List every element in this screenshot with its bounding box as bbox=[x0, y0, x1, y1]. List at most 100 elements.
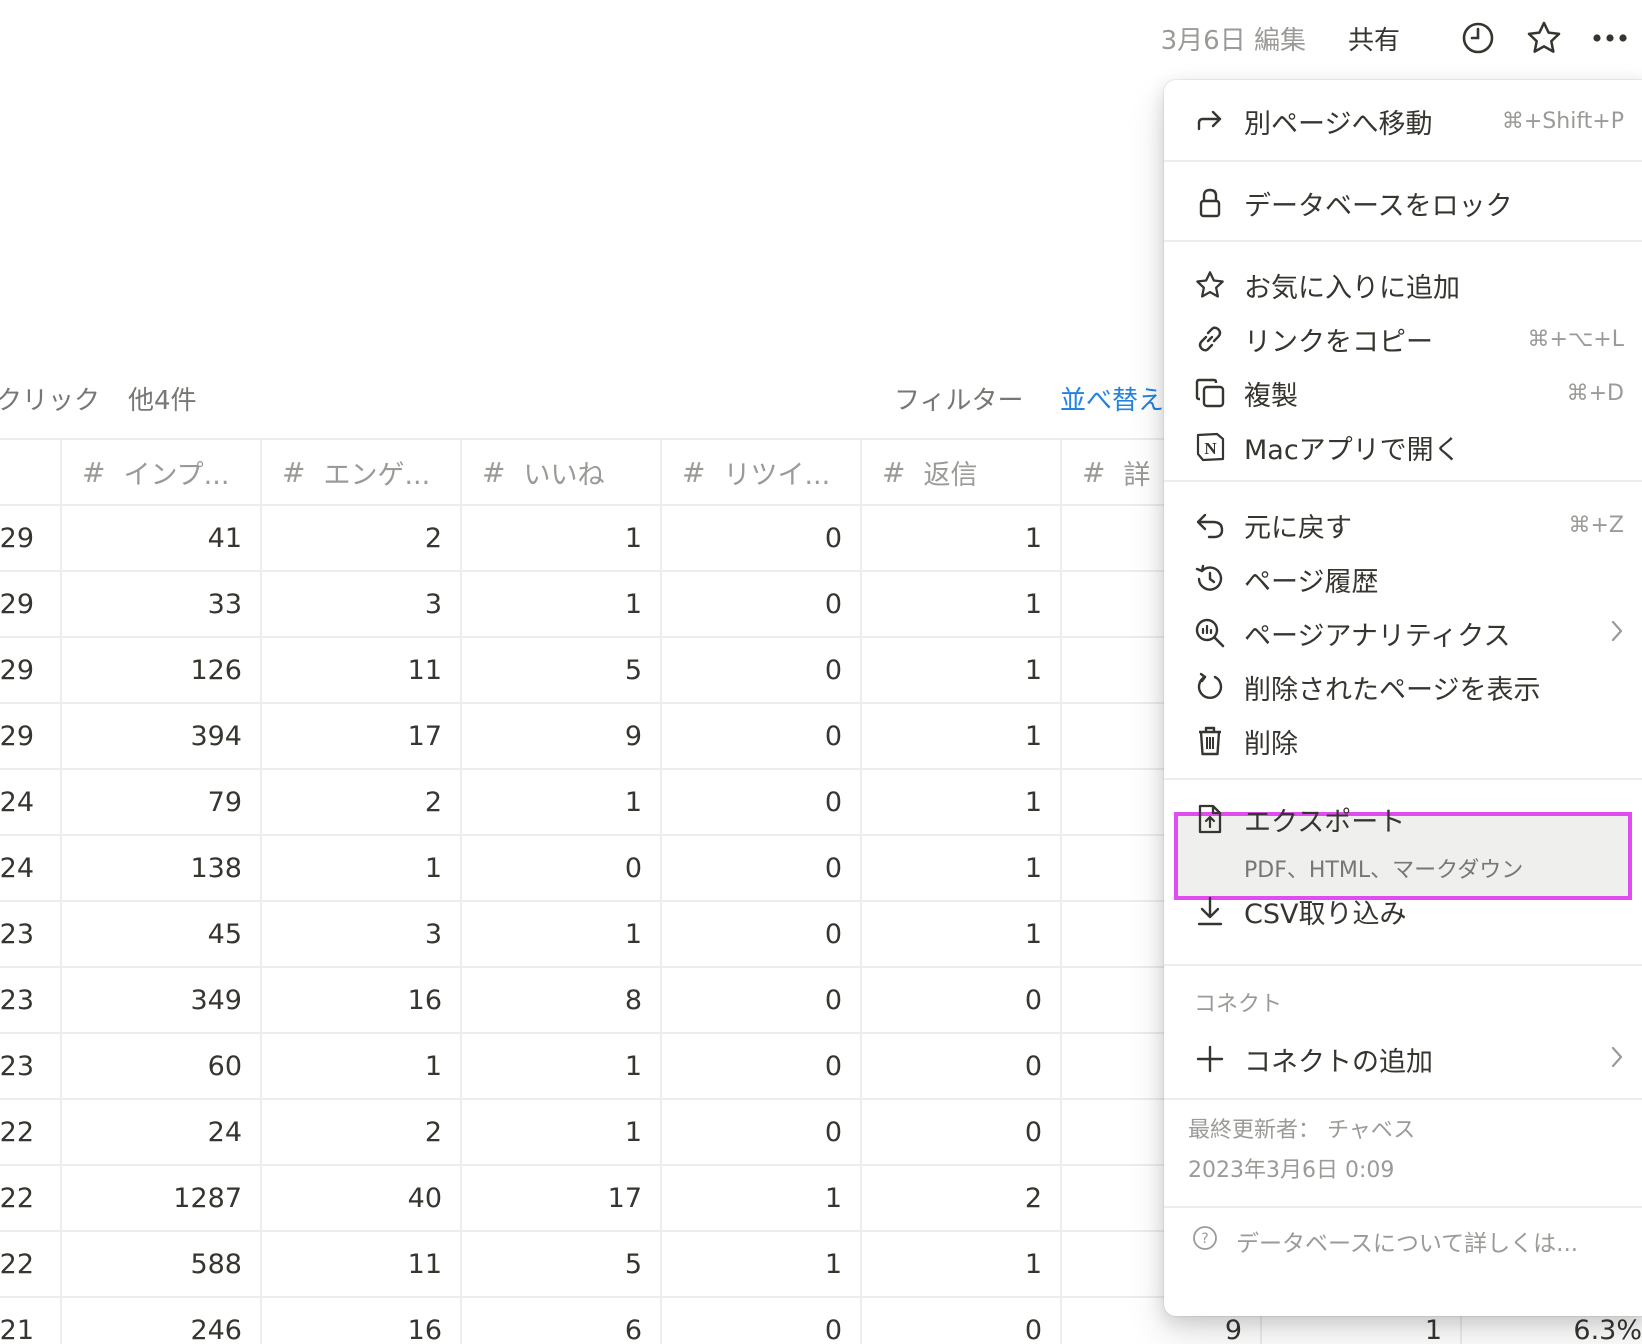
number-cell[interactable]: 0 bbox=[662, 770, 862, 834]
number-cell[interactable]: 11 bbox=[262, 1232, 462, 1296]
number-cell[interactable]: 1 bbox=[862, 770, 1062, 834]
date-cell[interactable]: 22 bbox=[0, 1166, 62, 1230]
number-cell[interactable]: 5 bbox=[462, 638, 662, 702]
number-cell[interactable]: 0 bbox=[662, 836, 862, 900]
number-cell[interactable]: 0 bbox=[662, 638, 862, 702]
date-cell[interactable]: 22 bbox=[0, 1100, 62, 1164]
menu-export[interactable]: エクスポート bbox=[1164, 792, 1642, 846]
number-cell[interactable]: 33 bbox=[62, 572, 262, 636]
number-cell[interactable]: 126 bbox=[62, 638, 262, 702]
menu-page-analytics[interactable]: ページアナリティクス bbox=[1164, 606, 1642, 660]
date-cell[interactable]: 23 bbox=[0, 1034, 62, 1098]
date-cell[interactable]: 24 bbox=[0, 770, 62, 834]
date-cell[interactable]: 23 bbox=[0, 968, 62, 1032]
header-cell[interactable]: # リツイ... bbox=[662, 440, 862, 504]
help-link[interactable]: ? データベースについて詳しくは... bbox=[1192, 1224, 1578, 1258]
menu-copy-link[interactable]: リンクをコピー ⌘+⌥+L bbox=[1164, 312, 1642, 366]
date-cell[interactable]: 29 bbox=[0, 506, 62, 570]
number-cell[interactable]: 1 bbox=[262, 836, 462, 900]
number-cell[interactable]: 17 bbox=[462, 1166, 662, 1230]
number-cell[interactable]: 0 bbox=[662, 1298, 862, 1344]
number-cell[interactable]: 1 bbox=[862, 1232, 1062, 1296]
number-cell[interactable]: 1 bbox=[462, 902, 662, 966]
number-cell[interactable]: 1 bbox=[662, 1232, 862, 1296]
date-cell[interactable]: 29 bbox=[0, 704, 62, 768]
number-cell[interactable]: 0 bbox=[662, 506, 862, 570]
menu-lock-database[interactable]: データベースをロック bbox=[1164, 176, 1642, 230]
number-cell[interactable]: 1 bbox=[862, 902, 1062, 966]
number-cell[interactable]: 246 bbox=[62, 1298, 262, 1344]
star-icon[interactable] bbox=[1522, 16, 1566, 60]
number-cell[interactable]: 2 bbox=[262, 506, 462, 570]
number-cell[interactable]: 2 bbox=[262, 770, 462, 834]
header-cell[interactable]: # いいね bbox=[462, 440, 662, 504]
number-cell[interactable]: 0 bbox=[862, 1034, 1062, 1098]
header-cell[interactable]: # インプ... bbox=[62, 440, 262, 504]
number-cell[interactable]: 41 bbox=[62, 506, 262, 570]
filter-button[interactable]: フィルター bbox=[894, 380, 1023, 417]
number-cell[interactable]: 6 bbox=[462, 1298, 662, 1344]
menu-show-deleted-pages[interactable]: 削除されたページを表示 bbox=[1164, 660, 1642, 714]
number-cell[interactable]: 1 bbox=[862, 638, 1062, 702]
number-cell[interactable]: 9 bbox=[462, 704, 662, 768]
number-cell[interactable]: 0 bbox=[662, 968, 862, 1032]
number-cell[interactable]: 45 bbox=[62, 902, 262, 966]
number-cell[interactable]: 40 bbox=[262, 1166, 462, 1230]
number-cell[interactable]: 17 bbox=[262, 704, 462, 768]
number-cell[interactable]: 1 bbox=[862, 572, 1062, 636]
number-cell[interactable]: 60 bbox=[62, 1034, 262, 1098]
share-button[interactable]: 共有 bbox=[1348, 20, 1400, 57]
date-cell[interactable]: 29 bbox=[0, 638, 62, 702]
number-cell[interactable]: 16 bbox=[262, 1298, 462, 1344]
number-cell[interactable]: 24 bbox=[62, 1100, 262, 1164]
header-cell[interactable]: # エンゲ... bbox=[262, 440, 462, 504]
more-icon[interactable] bbox=[1588, 16, 1632, 60]
menu-undo[interactable]: 元に戻す ⌘+Z bbox=[1164, 498, 1642, 552]
number-cell[interactable]: 1 bbox=[862, 506, 1062, 570]
menu-add-favorite[interactable]: お気に入りに追加 bbox=[1164, 258, 1642, 312]
menu-duplicate[interactable]: 複製 ⌘+D bbox=[1164, 366, 1642, 420]
number-cell[interactable]: 1 bbox=[462, 1034, 662, 1098]
number-cell[interactable]: 2 bbox=[262, 1100, 462, 1164]
menu-add-connection[interactable]: コネクトの追加 bbox=[1164, 1032, 1642, 1086]
date-cell[interactable]: 24 bbox=[0, 836, 62, 900]
number-cell[interactable]: 11 bbox=[262, 638, 462, 702]
menu-open-mac-app[interactable]: N Macアプリで開く bbox=[1164, 420, 1642, 474]
date-cell[interactable]: 22 bbox=[0, 1232, 62, 1296]
number-cell[interactable]: 8 bbox=[462, 968, 662, 1032]
number-cell[interactable]: 1 bbox=[462, 1100, 662, 1164]
number-cell[interactable]: 1 bbox=[862, 836, 1062, 900]
number-cell[interactable]: 1 bbox=[462, 506, 662, 570]
more-views-button[interactable]: 他4件 bbox=[128, 380, 197, 417]
number-cell[interactable]: 1 bbox=[462, 572, 662, 636]
number-cell[interactable]: 0 bbox=[662, 1034, 862, 1098]
number-cell[interactable]: 0 bbox=[662, 1100, 862, 1164]
clock-icon[interactable] bbox=[1456, 16, 1500, 60]
date-cell[interactable]: 23 bbox=[0, 902, 62, 966]
number-cell[interactable]: 1 bbox=[262, 1034, 462, 1098]
number-cell[interactable]: 349 bbox=[62, 968, 262, 1032]
number-cell[interactable]: 5 bbox=[462, 1232, 662, 1296]
menu-csv-import[interactable]: CSV取り込み bbox=[1164, 884, 1642, 938]
header-cell-date[interactable] bbox=[0, 440, 62, 504]
sort-button[interactable]: 並べ替え bbox=[1060, 380, 1164, 417]
number-cell[interactable]: 0 bbox=[862, 968, 1062, 1032]
number-cell[interactable]: 0 bbox=[662, 572, 862, 636]
menu-move-to[interactable]: 別ページへ移動 ⌘+Shift+P bbox=[1164, 94, 1642, 148]
number-cell[interactable]: 0 bbox=[662, 704, 862, 768]
number-cell[interactable]: 1287 bbox=[62, 1166, 262, 1230]
number-cell[interactable]: 0 bbox=[862, 1100, 1062, 1164]
number-cell[interactable]: 79 bbox=[62, 770, 262, 834]
menu-delete[interactable]: 削除 bbox=[1164, 714, 1642, 768]
number-cell[interactable]: 588 bbox=[62, 1232, 262, 1296]
number-cell[interactable]: 0 bbox=[862, 1298, 1062, 1344]
number-cell[interactable]: 1 bbox=[662, 1166, 862, 1230]
number-cell[interactable]: 3 bbox=[262, 902, 462, 966]
number-cell[interactable]: 394 bbox=[62, 704, 262, 768]
view-tab-click[interactable]: クリック bbox=[0, 380, 100, 417]
date-cell[interactable]: 29 bbox=[0, 572, 62, 636]
header-cell[interactable]: # 返信 bbox=[862, 440, 1062, 504]
number-cell[interactable]: 0 bbox=[462, 836, 662, 900]
number-cell[interactable]: 3 bbox=[262, 572, 462, 636]
number-cell[interactable]: 1 bbox=[862, 704, 1062, 768]
